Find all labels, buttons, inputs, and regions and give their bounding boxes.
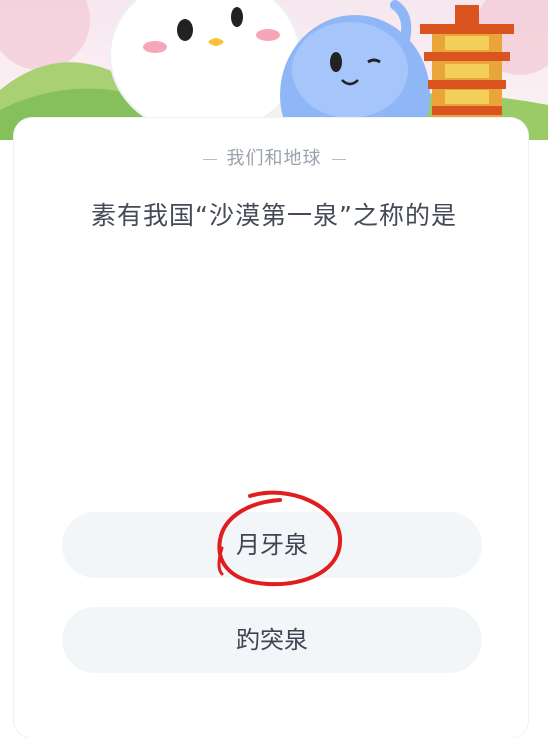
- category-dash-right: [331, 158, 346, 160]
- option-button-2[interactable]: 趵突泉: [62, 607, 482, 673]
- question-text: 素有我国“沙漠第一泉”之称的是: [91, 201, 457, 230]
- hand-drawn-circle-annotation: [217, 490, 343, 587]
- category-label: 我们和地球: [0, 144, 548, 170]
- category-dash-left: [202, 158, 217, 160]
- category-text: 我们和地球: [226, 148, 322, 169]
- option-2-label: 趵突泉: [236, 626, 308, 654]
